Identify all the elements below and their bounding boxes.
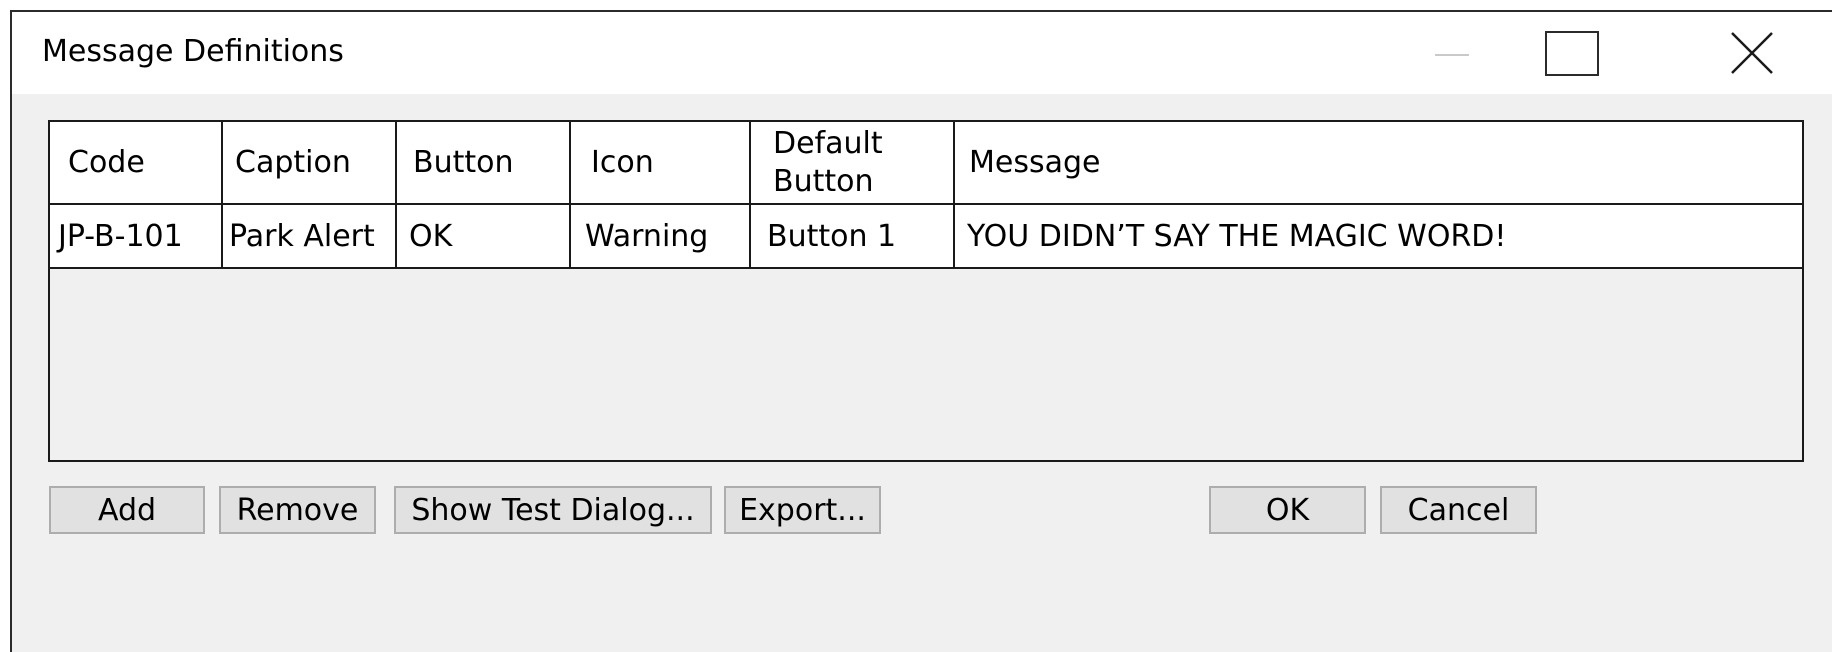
ok-button[interactable]: OK xyxy=(1209,486,1366,534)
export-button[interactable]: Export... xyxy=(724,486,881,534)
column-header-default-button[interactable]: Default Button xyxy=(750,122,955,205)
message-definitions-grid[interactable]: Code Caption Button Icon Default Button … xyxy=(48,120,1804,462)
maximize-icon xyxy=(1545,30,1599,76)
cell-icon[interactable]: Warning xyxy=(570,204,751,269)
column-header-icon[interactable]: Icon xyxy=(570,122,751,205)
cell-code[interactable]: JP-B-101 xyxy=(50,204,223,269)
cell-button[interactable]: OK xyxy=(396,204,571,269)
message-definitions-window: Message Definitions Code Caption Button … xyxy=(10,10,1832,652)
maximize-button[interactable] xyxy=(1522,12,1622,94)
add-button[interactable]: Add xyxy=(49,486,205,534)
window-title: Message Definitions xyxy=(42,34,344,69)
close-icon xyxy=(1731,32,1773,74)
cell-default-button[interactable]: Button 1 xyxy=(750,204,955,269)
grid-table: Code Caption Button Icon Default Button … xyxy=(50,122,1802,269)
column-header-message[interactable]: Message xyxy=(954,122,1802,205)
remove-button[interactable]: Remove xyxy=(219,486,376,534)
column-header-button[interactable]: Button xyxy=(396,122,571,205)
table-row[interactable]: JP-B-101 Park Alert OK Warning Button 1 … xyxy=(50,204,1802,269)
cell-caption[interactable]: Park Alert xyxy=(222,204,397,269)
cell-message[interactable]: YOU DIDN’T SAY THE MAGIC WORD! xyxy=(954,204,1802,269)
minimize-icon xyxy=(1435,54,1469,56)
column-header-caption[interactable]: Caption xyxy=(222,122,397,205)
minimize-button[interactable] xyxy=(1402,12,1502,94)
title-bar[interactable]: Message Definitions xyxy=(12,12,1832,94)
close-button[interactable] xyxy=(1702,12,1802,94)
show-test-dialog-button[interactable]: Show Test Dialog... xyxy=(394,486,712,534)
grid-header-row: Code Caption Button Icon Default Button … xyxy=(50,122,1802,205)
cancel-button[interactable]: Cancel xyxy=(1380,486,1537,534)
column-header-code[interactable]: Code xyxy=(50,122,223,205)
